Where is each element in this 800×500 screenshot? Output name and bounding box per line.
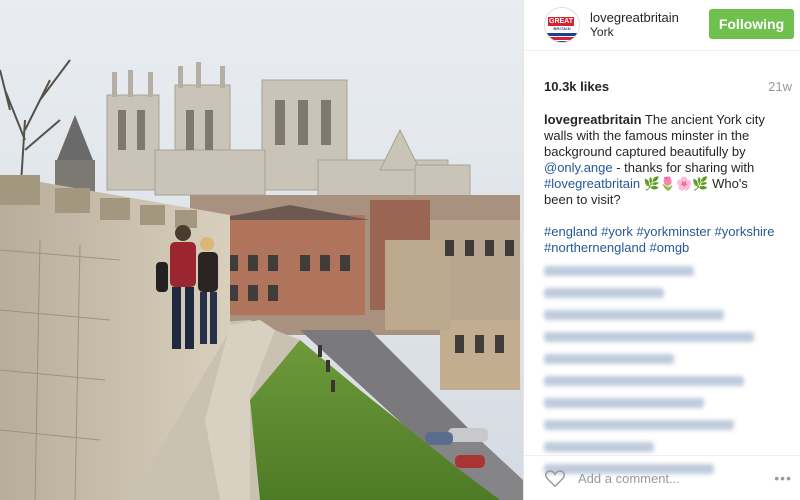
post-header: GREAT BRITAIN lovegreatbritain York Foll… [524, 0, 800, 51]
caption-hashtag[interactable]: #lovegreatbritain [544, 176, 640, 191]
post-caption: lovegreatbritain The ancient York city w… [524, 94, 800, 208]
blurred-comment-line [544, 420, 734, 430]
following-button[interactable]: Following [709, 9, 794, 39]
author-username[interactable]: lovegreatbritain [590, 10, 679, 25]
blurred-comment-line [544, 288, 664, 298]
post-age: 21w [768, 79, 792, 94]
blurred-comment-line [544, 332, 754, 342]
york-walls-photo [0, 0, 523, 500]
caption-text-2: - thanks for sharing with [612, 160, 755, 175]
blurred-comment-line [544, 398, 704, 408]
avatar-logo-great: GREAT [548, 17, 574, 26]
comment-bar: Add a comment... ••• [524, 455, 800, 500]
avatar[interactable]: GREAT BRITAIN [544, 7, 580, 43]
hashtags-line-1[interactable]: #england #york #yorkminster #yorkshire [544, 224, 780, 240]
instagram-post: GREAT BRITAIN lovegreatbritain York Foll… [0, 0, 800, 500]
union-flag-icon [545, 33, 579, 42]
blurred-comment-line [544, 376, 744, 386]
post-meta: 10.3k likes 21w [524, 51, 800, 94]
post-location[interactable]: York [590, 25, 679, 40]
likes-count[interactable]: 10.3k likes [544, 79, 609, 94]
blurred-comments [524, 256, 800, 474]
comment-input[interactable]: Add a comment... [578, 471, 774, 486]
blurred-comment-line [544, 354, 674, 364]
author-info: lovegreatbritain York [590, 10, 679, 40]
blurred-comment-line [544, 266, 694, 276]
avatar-logo-britain: BRITAIN [553, 26, 571, 31]
heart-icon[interactable] [544, 467, 566, 489]
caption-author[interactable]: lovegreatbritain [544, 112, 642, 127]
more-options-icon[interactable]: ••• [774, 470, 792, 486]
caption-mention[interactable]: @only.ange [544, 160, 613, 175]
post-sidebar: GREAT BRITAIN lovegreatbritain York Foll… [523, 0, 800, 500]
hashtags: #england #york #yorkminster #yorkshire #… [524, 208, 800, 256]
post-photo[interactable] [0, 0, 523, 500]
hashtags-line-2[interactable]: #northernengland #omgb [544, 240, 780, 256]
blurred-comment-line [544, 442, 654, 452]
blurred-comment-line [544, 310, 724, 320]
